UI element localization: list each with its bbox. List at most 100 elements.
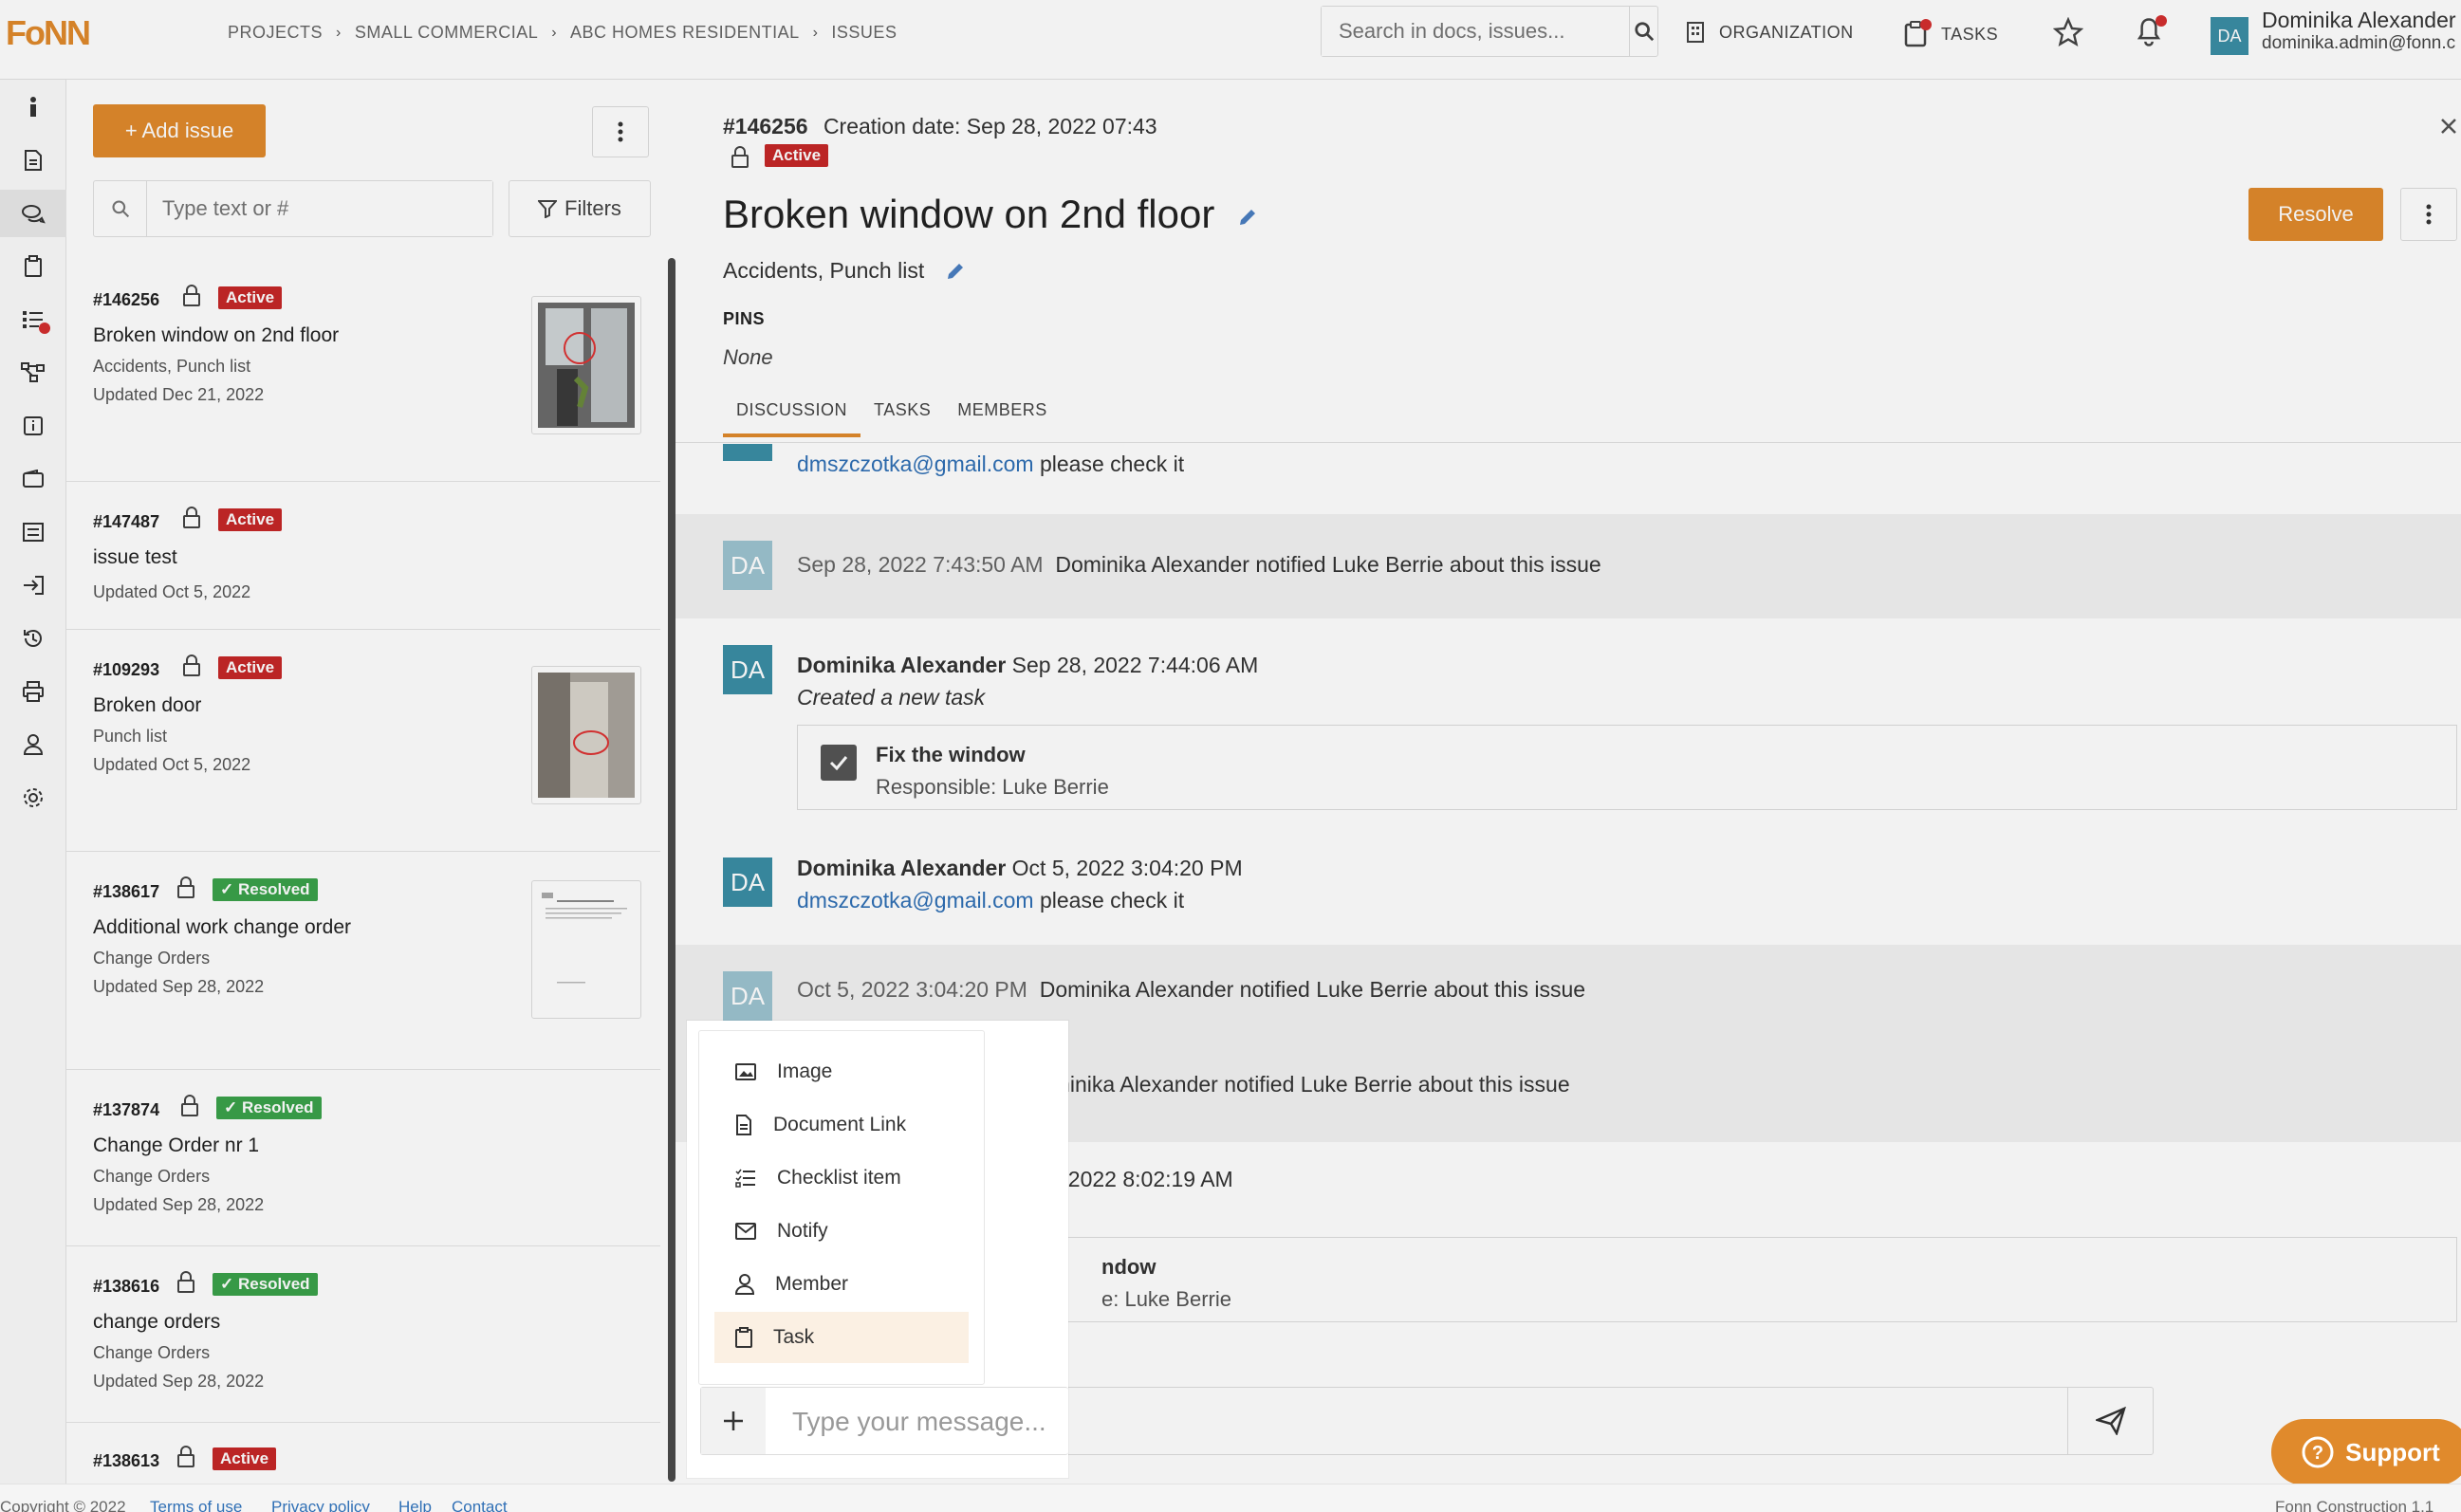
clipboard-icon	[25, 255, 42, 277]
issue-number: #138613	[93, 1451, 160, 1470]
issue-item[interactable]: #138613 Active	[66, 1423, 660, 1484]
issue-title: Broken door	[93, 694, 202, 716]
issue-item[interactable]: #146256 Active Broken window on 2nd floo…	[66, 260, 660, 482]
edit-pencil-icon[interactable]	[1237, 207, 1258, 228]
document-icon	[736, 1115, 751, 1135]
rail-issues[interactable]	[0, 190, 66, 237]
tasks-link[interactable]: TASKS	[1903, 19, 1999, 47]
support-label: Support	[2345, 1437, 2440, 1466]
rail-users[interactable]	[0, 721, 66, 768]
user-avatar[interactable]: DA	[2211, 17, 2248, 55]
checklist-icon	[735, 1169, 755, 1188]
issue-title: issue test	[93, 546, 177, 568]
footer-contact-link[interactable]: Contact	[452, 1498, 508, 1512]
rail-checklists[interactable]	[0, 296, 66, 343]
issue-item[interactable]: #138617 ✓ Resolved Additional work chang…	[66, 852, 660, 1070]
message-input[interactable]: Type your message...	[792, 1407, 1046, 1437]
issue-thumbnail[interactable]	[531, 880, 641, 1019]
menu-item-image[interactable]: Image	[714, 1046, 969, 1097]
page-title: Broken window on 2nd floor	[723, 192, 1258, 237]
menu-item-document-link[interactable]: Document Link	[714, 1099, 969, 1151]
breadcrumb-issues[interactable]: ISSUES	[831, 23, 897, 43]
rail-print[interactable]	[0, 668, 66, 715]
building-icon	[1687, 22, 1704, 43]
task-card[interactable]: Fix the window Responsible: Luke Berrie	[797, 725, 2457, 810]
footer-terms-link[interactable]: Terms of use	[150, 1498, 242, 1512]
user-icon	[23, 734, 44, 755]
tab-tasks[interactable]: TASKS	[860, 400, 944, 437]
lock-icon	[731, 146, 749, 168]
issue-thumbnail[interactable]	[531, 666, 641, 804]
issue-item[interactable]: #109293 Active Broken door Punch list Up…	[66, 630, 660, 852]
close-icon[interactable]	[2440, 118, 2457, 135]
organization-link[interactable]: ORGANIZATION	[1685, 21, 1854, 44]
window-photo-image	[538, 303, 635, 428]
issue-number: #137874	[93, 1100, 160, 1119]
rail-tasks[interactable]	[0, 243, 66, 290]
footer-privacy-link[interactable]: Privacy policy	[271, 1498, 370, 1512]
rail-info-card[interactable]	[0, 402, 66, 450]
message-text: dmszczotka@gmail.com please check it	[797, 888, 1184, 913]
notifications-button[interactable]	[2135, 15, 2167, 47]
notification-dot	[2156, 15, 2167, 27]
rail-workflow[interactable]	[0, 349, 66, 396]
rail-settings[interactable]	[0, 774, 66, 821]
notification-dot	[1920, 19, 1932, 30]
rail-history[interactable]	[0, 615, 66, 662]
list-scrollbar[interactable]	[668, 258, 675, 1482]
filters-button[interactable]: Filters	[509, 180, 651, 237]
avatar	[723, 444, 772, 461]
rail-documents[interactable]	[0, 137, 66, 184]
search-button[interactable]	[1629, 7, 1657, 56]
tasks-label: TASKS	[1941, 24, 1999, 44]
list-more-button[interactable]	[592, 106, 649, 157]
issue-item[interactable]: #147487 Active issue test Updated Oct 5,…	[66, 482, 660, 630]
door-photo-image	[538, 673, 635, 798]
issue-thumbnail[interactable]	[531, 296, 641, 434]
menu-item-notify[interactable]: Notify	[714, 1206, 969, 1257]
timestamp: Sep 28, 2022 7:44:06 AM	[1011, 653, 1259, 677]
email-link[interactable]: dmszczotka@gmail.com	[797, 452, 1034, 476]
menu-item-checklist[interactable]: Checklist item	[714, 1152, 969, 1204]
avatar: DA	[723, 971, 772, 1021]
status-badge: ✓ Resolved	[216, 1097, 322, 1119]
add-issue-button[interactable]: + Add issue	[93, 104, 266, 157]
status-badge: Active	[218, 508, 283, 531]
tab-discussion[interactable]: DISCUSSION	[723, 400, 861, 437]
rail-list[interactable]	[0, 508, 66, 556]
attach-plus-button[interactable]	[701, 1388, 766, 1454]
filters-label: Filters	[564, 196, 621, 220]
author-name: Dominika Alexander	[797, 653, 1007, 677]
rail-login[interactable]	[0, 562, 66, 609]
issue-updated: Updated Dec 21, 2022	[93, 385, 265, 404]
issue-search-input[interactable]	[147, 181, 492, 236]
avatar: DA	[723, 645, 772, 694]
favorites-button[interactable]	[2053, 17, 2083, 47]
email-link[interactable]: dmszczotka@gmail.com	[797, 888, 1034, 913]
menu-item-member[interactable]: Member	[714, 1259, 969, 1310]
rail-info[interactable]	[0, 83, 66, 131]
avatar: DA	[723, 857, 772, 907]
tab-members[interactable]: MEMBERS	[944, 400, 1061, 437]
timestamp: Oct 5, 2022 3:04:20 PM	[1011, 856, 1243, 880]
task-title: Fix the window	[876, 743, 1026, 766]
footer-help-link[interactable]: Help	[398, 1498, 432, 1512]
checkbox-checked-icon[interactable]	[821, 745, 857, 781]
send-button[interactable]	[2067, 1388, 2153, 1454]
issue-item[interactable]: #137874 ✓ Resolved Change Order nr 1 Cha…	[66, 1070, 660, 1246]
issue-list-panel: + Add issue Filters #146256 Active Broke…	[66, 80, 674, 1484]
rail-wallet[interactable]	[0, 455, 66, 503]
detail-more-button[interactable]	[2400, 188, 2457, 241]
resolve-button[interactable]: Resolve	[2248, 188, 2383, 241]
global-search-input[interactable]	[1322, 7, 1629, 56]
breadcrumb-projects[interactable]: PROJECTS	[228, 23, 323, 43]
support-button[interactable]: ? Support	[2271, 1419, 2461, 1485]
user-info[interactable]: Dominika Alexander dominika.admin@fonn.c	[2262, 8, 2456, 54]
fonn-logo[interactable]: FoNN	[6, 13, 91, 53]
breadcrumb-small-commercial[interactable]: SMALL COMMERCIAL	[355, 23, 538, 43]
edit-pencil-icon[interactable]	[945, 261, 966, 282]
breadcrumb-abc-homes[interactable]: ABC HOMES RESIDENTIAL	[570, 23, 800, 43]
feed-message: DA Dominika Alexander Sep 28, 2022 7:44:…	[675, 618, 2461, 833]
issue-item[interactable]: #138616 ✓ Resolved change orders Change …	[66, 1246, 660, 1423]
menu-item-task[interactable]: Task	[714, 1312, 969, 1363]
